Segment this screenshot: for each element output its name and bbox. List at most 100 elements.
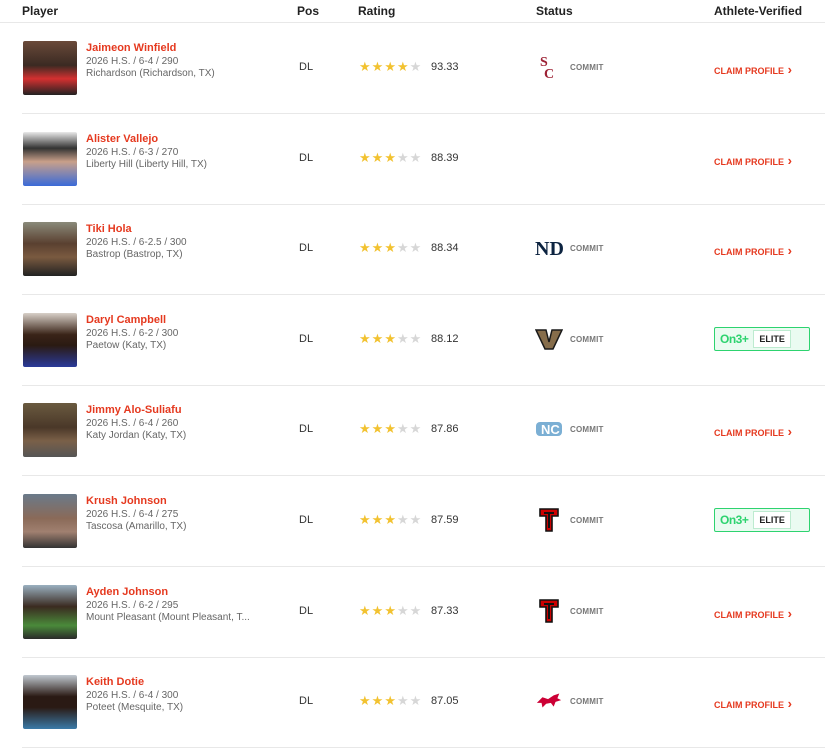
on3-plus-logo: On3+ [720,513,749,527]
commit-status: COMMIT [570,63,604,72]
player-photo[interactable] [23,312,77,367]
player-school: Paetow (Katy, TX) [86,339,167,351]
claim-profile-link[interactable]: CLAIM PROFILE › [714,243,792,258]
star-filled-icon: ★ [359,512,372,527]
star-filled-icon: ★ [371,512,385,527]
star-filled-icon: ★ [371,602,385,618]
star-filled-icon: ★ [359,421,372,437]
player-photo[interactable] [23,675,77,730]
on3-elite-badge[interactable]: On3+ ELITE [714,508,810,532]
on3-elite-badge[interactable]: On3+ ELITE [714,326,810,351]
smu-logo[interactable] [535,687,563,715]
header-athlete-verified: Athlete-Verified [714,4,803,18]
player-photo[interactable] [23,131,77,186]
star-filled-icon: ★ [371,330,385,346]
elite-label: ELITE [753,511,791,529]
rating-value: 87.33 [431,604,459,617]
star-empty-icon: ★ [396,421,410,437]
star-empty-icon: ★ [409,330,423,346]
star-filled-icon: ★ [396,59,410,74]
player-class-line: 2026 H.S. / 6-4 / 290 [86,56,179,67]
star-filled-icon: ★ [384,59,397,74]
star-filled-icon: ★ [371,59,385,74]
star-rating: ★★★★★ [359,603,422,619]
player-name-link[interactable]: Alister Vallejo [86,133,158,145]
commit-status: COMMIT [570,425,604,435]
rating-value: 88.39 [431,151,459,164]
table-row: Alister Vallejo 2026 H.S. / 6-3 / 270 Libe… [22,114,825,205]
chevron-right-icon: › [784,424,792,440]
player-name-link[interactable]: Tiki Hola [86,223,132,235]
commit-status: COMMIT [570,334,604,344]
claim-profile-link[interactable]: CLAIM PROFILE › [714,696,792,711]
player-photo[interactable] [23,494,77,548]
player-name-link[interactable]: Keith Dotie [86,676,144,688]
player-school: Poteet (Mesquite, TX) [86,702,184,714]
svg-text:NC: NC [541,422,560,437]
table-row: Jimmy Alo-Suliafu 2026 H.S. / 6-4 / 260 Ka… [22,385,825,477]
player-name-link[interactable]: Krush Johnson [86,495,167,507]
header-rating: Rating [358,4,396,18]
player-photo[interactable] [23,403,77,458]
player-position: DL [299,151,314,164]
table-header: Player Pos Rating Status Athlete-Verifie… [0,0,825,23]
svg-text:ND: ND [535,238,563,260]
on3-plus-logo: On3+ [720,331,749,346]
player-name-link[interactable]: Jaimeon Winfield [86,42,176,54]
table-row: Krush Johnson 2026 H.S. / 6-4 / 275 Tascos… [22,476,825,567]
claim-profile-label: CLAIM PROFILE [714,428,784,439]
claim-profile-link[interactable]: CLAIM PROFILE › [714,62,792,77]
player-name-link[interactable]: Daryl Campbell [86,314,166,326]
chevron-right-icon: › [784,696,792,712]
star-rating: ★★★★★ [359,331,422,347]
table-row: Keith Dotie 2026 H.S. / 6-4 / 300 Poteet (… [22,657,825,748]
commit-status: COMMIT [570,516,604,525]
rating-value: 88.12 [431,332,459,345]
player-class-line: 2026 H.S. / 6-4 / 300 [86,690,179,702]
player-photo[interactable] [23,584,77,639]
claim-profile-label: CLAIM PROFILE [714,700,784,711]
claim-profile-link[interactable]: CLAIM PROFILE › [714,424,792,439]
player-name-link[interactable]: Jimmy Alo-Suliafu [86,404,182,416]
star-filled-icon: ★ [371,693,385,709]
player-photo[interactable] [23,222,77,277]
star-filled-icon: ★ [371,149,385,165]
table-row: Jaimeon Winfield 2026 H.S. / 6-4 / 290 Ric… [22,23,825,114]
rating-value: 88.34 [431,242,459,255]
texas-tech-logo[interactable] [535,506,563,534]
star-empty-icon: ★ [396,240,410,256]
usc-logo[interactable]: SC [535,53,563,81]
commit-status: COMMIT [570,606,604,616]
player-position: DL [299,695,314,708]
star-empty-icon: ★ [409,693,423,709]
player-name-link[interactable]: Ayden Johnson [86,586,168,598]
commit-status: COMMIT [570,697,604,707]
player-position: DL [299,604,314,617]
player-school: Richardson (Richardson, TX) [86,68,215,79]
notre-dame-logo[interactable]: ND [535,234,563,262]
star-empty-icon: ★ [396,512,410,527]
player-class-line: 2026 H.S. / 6-2 / 295 [86,599,179,611]
chevron-right-icon: › [784,243,792,259]
texas-tech-logo[interactable] [535,597,563,625]
chevron-right-icon: › [784,62,792,77]
table-row: Daryl Campbell 2026 H.S. / 6-2 / 300 Paeto… [22,295,825,386]
claim-profile-link[interactable]: CLAIM PROFILE › [714,606,792,621]
player-school: Bastrop (Bastrop, TX) [86,249,183,261]
claim-profile-label: CLAIM PROFILE [714,156,784,167]
star-empty-icon: ★ [396,149,410,165]
player-position: DL [299,514,314,526]
north-carolina-logo[interactable]: NC [535,415,563,443]
star-empty-icon: ★ [396,330,410,346]
star-rating: ★★★★★ [359,59,422,75]
star-filled-icon: ★ [384,693,397,709]
rating-value: 87.05 [431,695,459,708]
claim-profile-link[interactable]: CLAIM PROFILE › [714,153,792,168]
star-filled-icon: ★ [384,512,397,527]
star-rating: ★★★★★ [359,421,422,437]
star-filled-icon: ★ [359,330,372,346]
vanderbilt-logo[interactable] [535,325,563,353]
player-photo[interactable] [23,41,77,95]
player-class-line: 2026 H.S. / 6-2.5 / 300 [86,237,187,249]
star-rating: ★★★★★ [359,150,422,166]
